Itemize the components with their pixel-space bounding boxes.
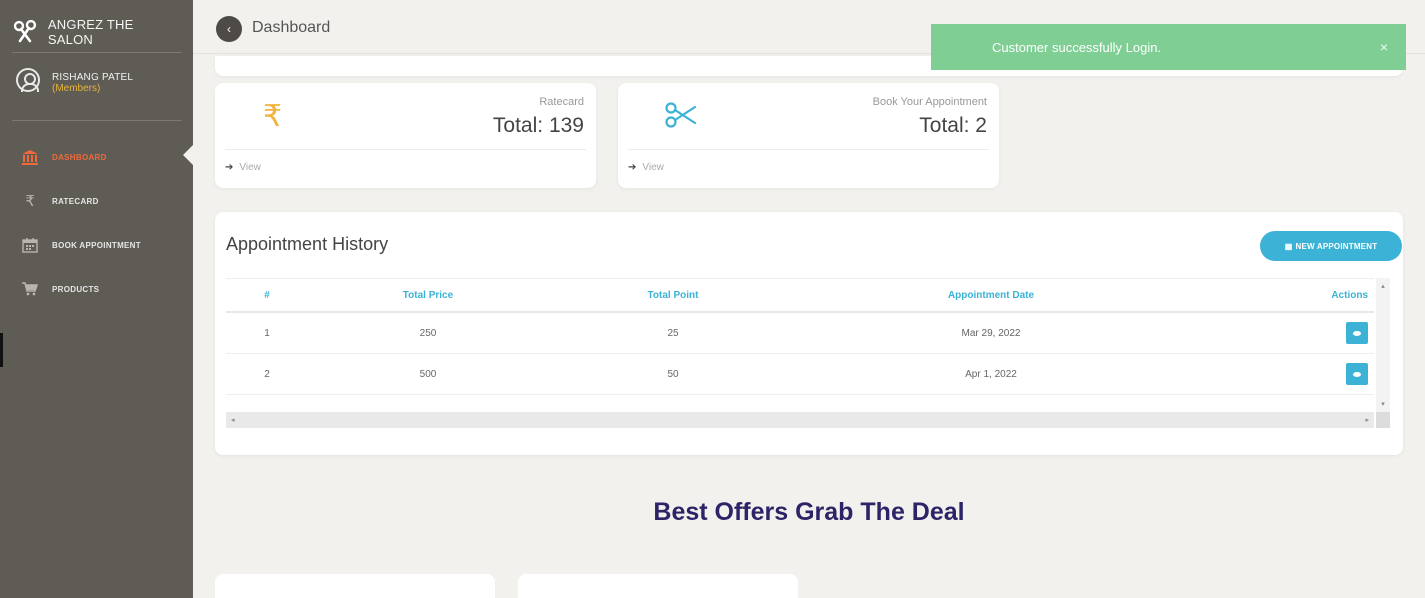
table-row: 1 250 25 Mar 29, 2022 bbox=[226, 313, 1374, 354]
table-row: 2 500 50 Apr 1, 2022 bbox=[226, 354, 1374, 395]
view-label: View bbox=[642, 162, 664, 173]
vertical-scrollbar[interactable]: ▴ ▾ bbox=[1376, 278, 1390, 412]
page-title: Dashboard bbox=[252, 19, 331, 36]
actions-cell bbox=[1184, 313, 1374, 353]
scissors-icon bbox=[664, 101, 698, 137]
offer-card[interactable] bbox=[518, 574, 798, 598]
column-header: Actions bbox=[1331, 289, 1368, 301]
sidebar-nav: DASHBOARD ₹ RATECARD BOOK APPOINTMENT PR… bbox=[0, 135, 193, 311]
toast-message: Customer successfully Login. bbox=[992, 39, 1162, 55]
appointment-stat-card: Book Your Appointment Total: 2 ➔ View bbox=[618, 83, 999, 188]
view-link[interactable]: ➔ View bbox=[225, 162, 261, 173]
view-eye-icon[interactable] bbox=[1346, 322, 1368, 344]
new-appointment-button[interactable]: ▦ NEW APPOINTMENT bbox=[1260, 231, 1402, 261]
chevron-left-icon: ‹ bbox=[227, 22, 231, 36]
sidebar-item-label: BOOK APPOINTMENT bbox=[52, 240, 141, 250]
sidebar-item-book-appointment[interactable]: BOOK APPOINTMENT bbox=[0, 223, 193, 267]
sidebar-item-products[interactable]: PRODUCTS bbox=[0, 267, 193, 311]
brand-name: ANGREZ THE SALON bbox=[47, 17, 134, 47]
calendar-icon bbox=[20, 236, 40, 254]
card-divider bbox=[225, 149, 586, 150]
stat-caption: Book Your Appointment bbox=[872, 96, 987, 108]
offer-card[interactable] bbox=[215, 574, 495, 598]
sidebar-item-dashboard[interactable]: DASHBOARD bbox=[0, 135, 193, 179]
scroll-up-icon[interactable]: ▴ bbox=[1381, 282, 1385, 290]
appointment-date: Apr 1, 2022 bbox=[965, 368, 1017, 380]
row-number: 1 bbox=[264, 327, 270, 339]
ratecard-stat-card: ₹ Ratecard Total: 139 ➔ View bbox=[215, 83, 596, 188]
card-divider bbox=[628, 149, 989, 150]
view-eye-icon[interactable] bbox=[1346, 363, 1368, 385]
offers-title: Best Offers Grab The Deal bbox=[653, 498, 965, 526]
edge-marker bbox=[0, 333, 3, 367]
scroll-down-icon[interactable]: ▾ bbox=[1381, 400, 1385, 408]
view-link[interactable]: ➔ View bbox=[628, 162, 664, 173]
bank-icon bbox=[20, 148, 40, 166]
sidebar-item-label: PRODUCTS bbox=[52, 284, 100, 294]
sidebar-divider bbox=[12, 52, 182, 53]
total-point: 50 bbox=[667, 368, 679, 380]
arrow-right-icon: ➔ bbox=[628, 162, 637, 173]
scissors-logo-icon bbox=[13, 19, 37, 43]
brand[interactable]: ANGREZ THE SALON bbox=[12, 14, 182, 50]
column-header[interactable]: Total Price bbox=[308, 279, 548, 311]
rupee-icon: ₹ bbox=[263, 100, 283, 133]
sidebar-item-label: DASHBOARD bbox=[52, 152, 107, 162]
user-profile[interactable]: RISHANG PATEL (Members) bbox=[16, 68, 133, 94]
horizontal-scrollbar[interactable]: ◂ ▸ bbox=[226, 412, 1374, 428]
user-avatar-icon bbox=[16, 68, 40, 92]
sidebar-item-label: RATECARD bbox=[52, 196, 99, 206]
cart-icon bbox=[20, 280, 40, 298]
back-button[interactable]: ‹ bbox=[216, 16, 242, 42]
column-header[interactable]: Appointment Date bbox=[798, 279, 1184, 311]
view-label: View bbox=[239, 162, 261, 173]
user-name: RISHANG PATEL bbox=[52, 72, 134, 83]
sidebar-item-ratecard[interactable]: ₹ RATECARD bbox=[0, 179, 193, 223]
row-number: 2 bbox=[264, 368, 270, 380]
appointment-history-card: Appointment History ▦ NEW APPOINTMENT # T… bbox=[215, 212, 1403, 455]
rupee-icon: ₹ bbox=[25, 193, 35, 210]
stat-total: Total: 139 bbox=[492, 114, 584, 137]
arrow-right-icon: ➔ bbox=[225, 162, 234, 173]
sidebar-divider bbox=[12, 120, 182, 121]
appointments-table: # Total Price Total Point Appointment Da… bbox=[226, 278, 1390, 430]
success-toast: Customer successfully Login. × bbox=[931, 24, 1406, 70]
column-header[interactable]: # bbox=[226, 279, 308, 311]
stat-caption: Ratecard bbox=[539, 96, 584, 108]
toast-close-icon[interactable]: × bbox=[1380, 39, 1388, 55]
appointment-date: Mar 29, 2022 bbox=[961, 327, 1021, 339]
total-price: 500 bbox=[419, 368, 437, 380]
actions-cell bbox=[1184, 354, 1374, 394]
scroll-corner bbox=[1376, 412, 1390, 428]
user-role: (Members) bbox=[52, 83, 101, 94]
new-appointment-label: NEW APPOINTMENT bbox=[1295, 241, 1378, 251]
total-price: 250 bbox=[419, 327, 437, 339]
section-title: Appointment History bbox=[226, 234, 389, 254]
scroll-left-icon[interactable]: ◂ bbox=[231, 416, 235, 424]
scroll-right-icon[interactable]: ▸ bbox=[1365, 416, 1369, 424]
total-point: 25 bbox=[667, 327, 679, 339]
table-header: # Total Price Total Point Appointment Da… bbox=[226, 278, 1374, 313]
stat-total: Total: 2 bbox=[919, 114, 987, 137]
column-header[interactable]: Total Point bbox=[548, 279, 798, 311]
sidebar: ANGREZ THE SALON RISHANG PATEL (Members)… bbox=[0, 0, 193, 598]
calendar-icon: ▦ bbox=[1284, 241, 1293, 251]
